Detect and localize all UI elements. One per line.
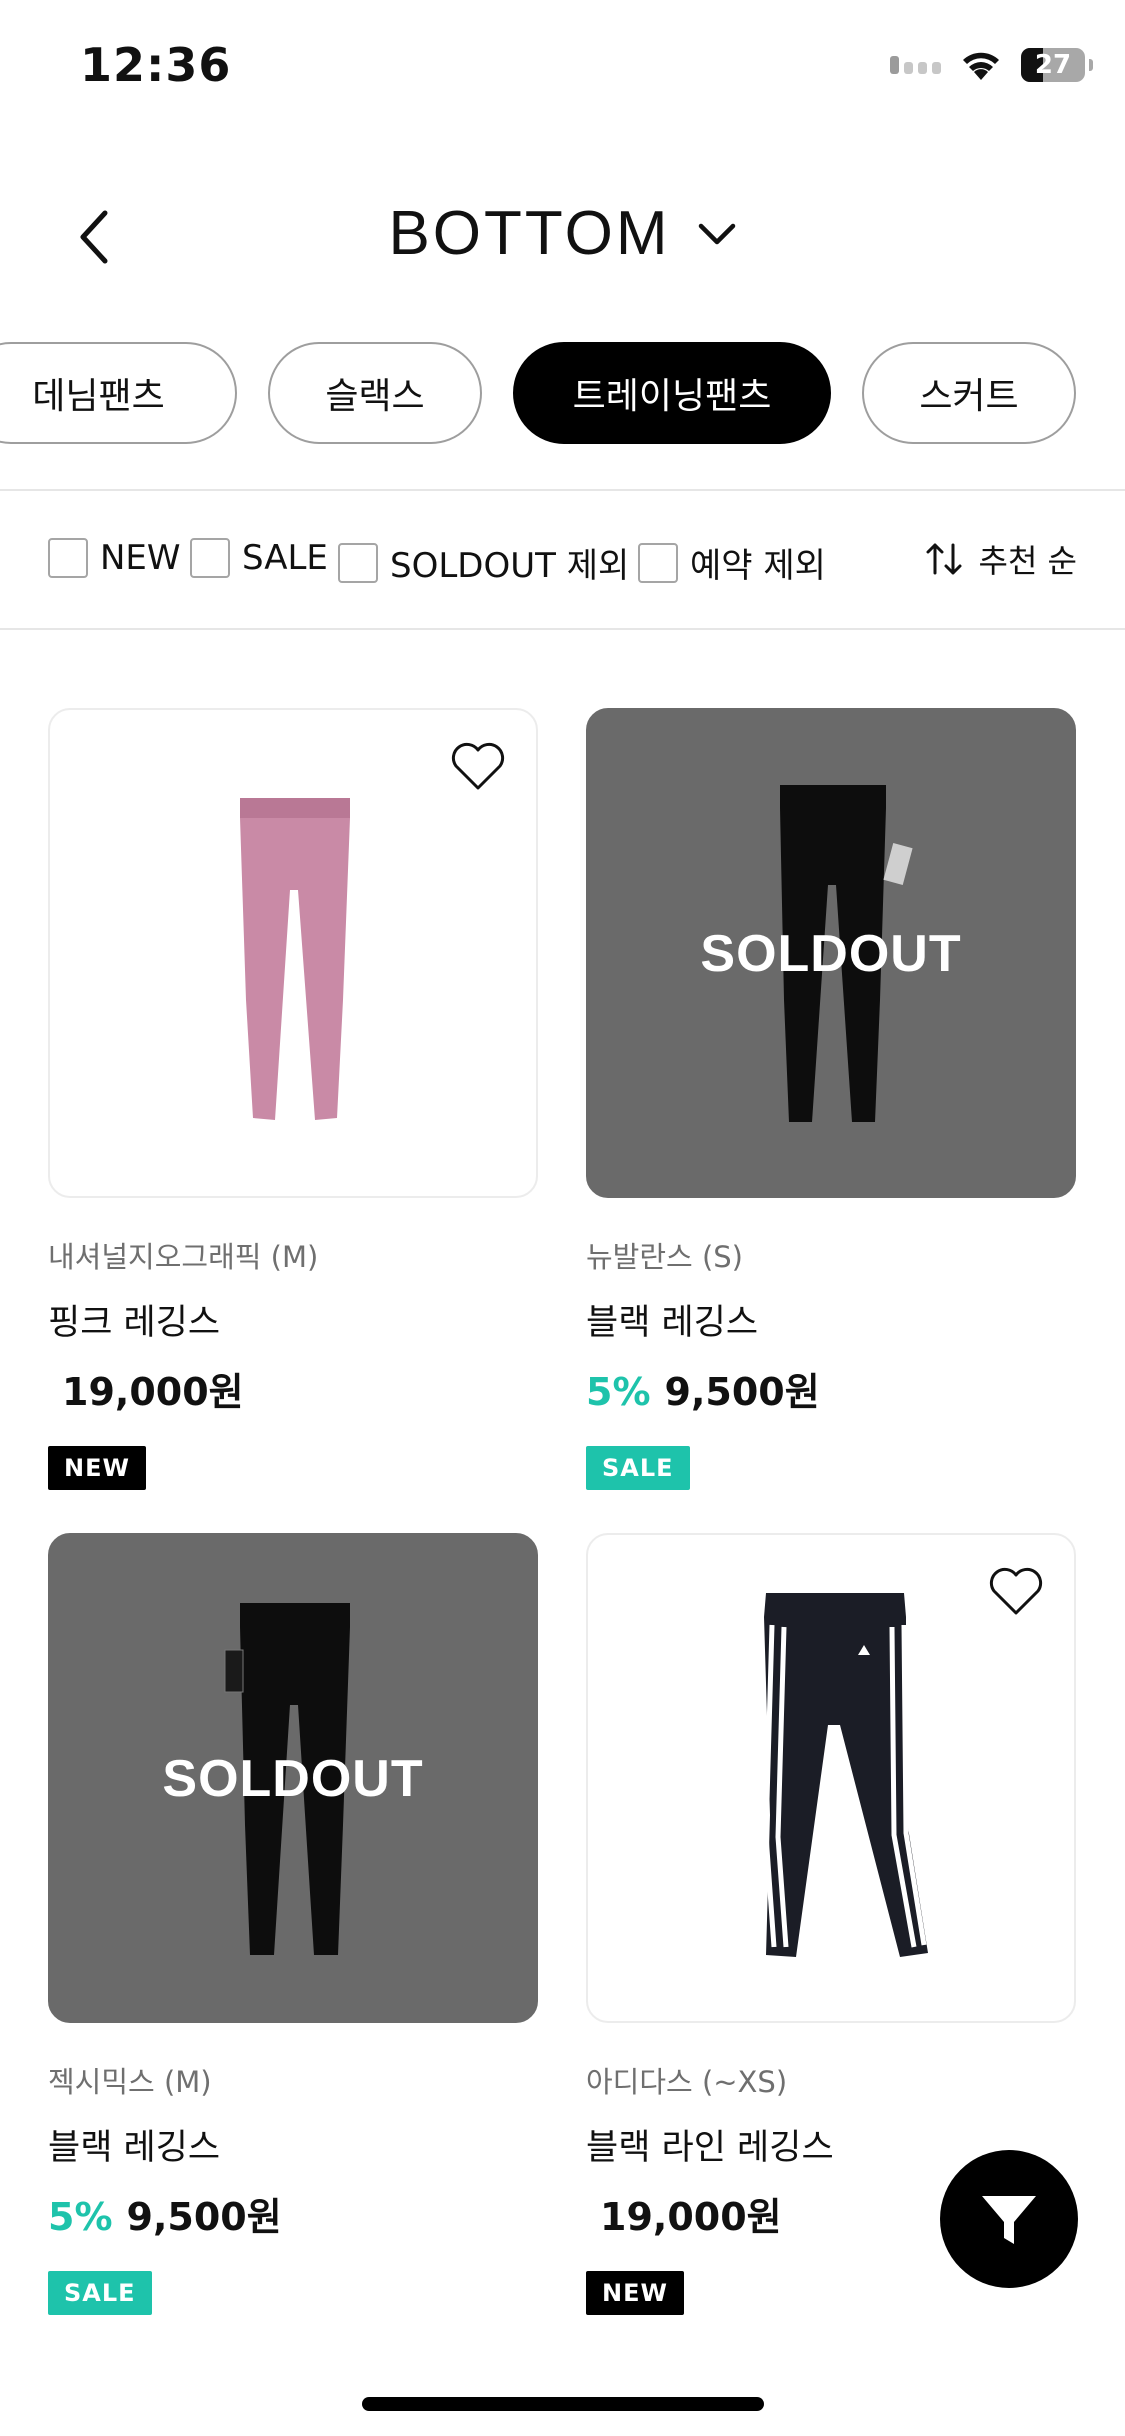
checkbox[interactable] [190,538,230,578]
product-name: 블랙 레깅스 [48,2128,221,2168]
product-card[interactable]: SOLDOUT 젝시믹스 (M) 블랙 레깅스 5% 9,500원 SALE [48,1533,538,2315]
tab-label: 트레이닝팬츠 [572,376,772,417]
price-row: 19,000원 [48,1361,538,1416]
header: BOTTOM [0,180,1125,300]
divider [0,628,1125,630]
filter-exclude-reservation[interactable]: 예약 제외 [638,538,826,587]
sort-label: 추천 순 [978,542,1078,580]
product-name: 핑크 레깅스 [48,1303,221,1343]
product-brand: 젝시믹스 (M) [48,2065,212,2099]
product-price: 9,500원 [664,1370,820,1414]
sale-badge: SALE [586,1446,690,1490]
divider [0,489,1125,491]
discount-rate: 5% [48,2195,113,2239]
price-row: 5% 9,500원 [586,1361,1076,1416]
tab-skirt[interactable]: 스커트 [862,342,1076,444]
product-card[interactable]: SOLDOUT 뉴발란스 (S) 블랙 레깅스 5% 9,500원 SALE [586,708,1076,1490]
soldout-overlay: SOLDOUT [700,925,962,983]
filter-sale[interactable]: SALE [190,538,328,578]
heart-icon[interactable] [450,740,506,792]
battery-icon: 27 [1021,48,1093,82]
category-tabs: 데님팬츠 슬랙스 트레이닝팬츠 스커트 [0,342,1125,448]
signal-icon [890,56,941,74]
tab-label: 스커트 [919,376,1019,417]
checkbox[interactable] [638,542,678,583]
filter-fab-button[interactable] [940,2150,1078,2288]
product-image[interactable]: SOLDOUT [586,708,1076,1198]
product-brand: 아디다스 (~XS) [586,2065,788,2099]
chevron-down-icon [698,223,735,244]
filter-bar: NEW SALE SOLDOUT 제외 예약 제외 추천 순 [0,530,1125,590]
soldout-overlay: SOLDOUT [162,1750,424,1808]
filter-new[interactable]: NEW [48,538,181,578]
filter-label: NEW [100,538,181,578]
sort-arrows-icon [926,543,961,575]
product-name: 블랙 레깅스 [586,1303,759,1343]
category-title-dropdown[interactable]: BOTTOM [0,198,1125,269]
product-price: 9,500원 [126,2195,282,2239]
checkbox[interactable] [48,538,88,578]
sort-button[interactable]: 추천 순 [925,536,1078,582]
tab-label: 슬랙스 [325,376,425,417]
tab-label: 데님팬츠 [32,376,165,417]
battery-level: 27 [1034,50,1072,80]
status-bar: 12:36 27 [0,0,1125,140]
checkbox[interactable] [338,542,378,583]
product-price: 19,000원 [62,1370,244,1414]
filter-icon [982,2196,1036,2244]
status-icons: 27 [890,48,1093,82]
tab-denim-pants[interactable]: 데님팬츠 [0,342,237,444]
discount-rate: 5% [586,1370,651,1414]
home-indicator[interactable] [362,2397,764,2411]
product-image[interactable] [48,708,538,1198]
filter-label: 예약 제외 [690,546,826,586]
product-card[interactable]: 내셔널지오그래픽 (M) 핑크 레깅스 19,000원 NEW [48,708,538,1490]
heart-icon[interactable] [988,1565,1044,1617]
tab-slacks[interactable]: 슬랙스 [268,342,482,444]
product-price: 19,000원 [600,2195,782,2239]
price-row: 5% 9,500원 [48,2186,538,2241]
tab-training-pants[interactable]: 트레이닝팬츠 [513,342,831,444]
new-badge: NEW [586,2271,684,2315]
filter-exclude-soldout[interactable]: SOLDOUT 제외 [338,538,629,587]
product-image[interactable] [586,1533,1076,2023]
filter-label: SOLDOUT 제외 [390,546,630,586]
product-brand: 뉴발란스 (S) [586,1240,743,1274]
wifi-icon [963,52,999,80]
new-badge: NEW [48,1446,146,1490]
product-image[interactable]: SOLDOUT [48,1533,538,2023]
page-title: BOTTOM [388,199,671,268]
filter-label: SALE [242,538,328,578]
sale-badge: SALE [48,2271,152,2315]
status-time: 12:36 [80,38,232,92]
product-brand: 내셔널지오그래픽 (M) [48,1240,319,1274]
